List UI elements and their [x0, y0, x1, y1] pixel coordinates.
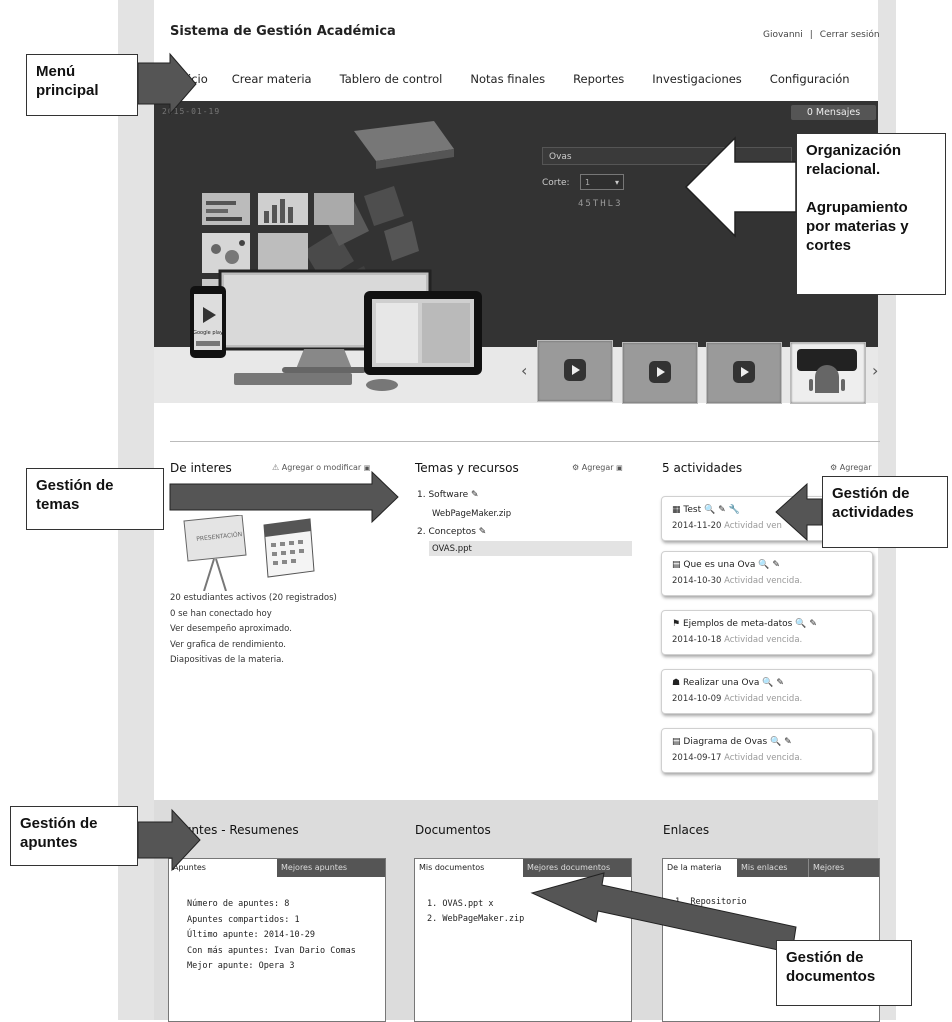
callout-activities: Gestión de actividades	[822, 476, 948, 548]
arrow-right-icon	[137, 808, 201, 872]
callout-topics: Gestión de temas	[26, 468, 164, 530]
callout-documents: Gestión de documentos	[776, 940, 912, 1006]
arrow-right-icon	[169, 470, 399, 524]
arrow-left-icon	[775, 482, 823, 542]
arrow-right-icon	[137, 52, 197, 116]
callout-notes: Gestión de apuntes	[10, 806, 138, 866]
callout-organization: Organización relacional. Agrupamiento po…	[796, 133, 946, 295]
arrow-left-icon	[530, 872, 797, 954]
callout-menu: Menú principal	[26, 54, 138, 116]
arrow-left-outline-icon	[684, 136, 797, 238]
